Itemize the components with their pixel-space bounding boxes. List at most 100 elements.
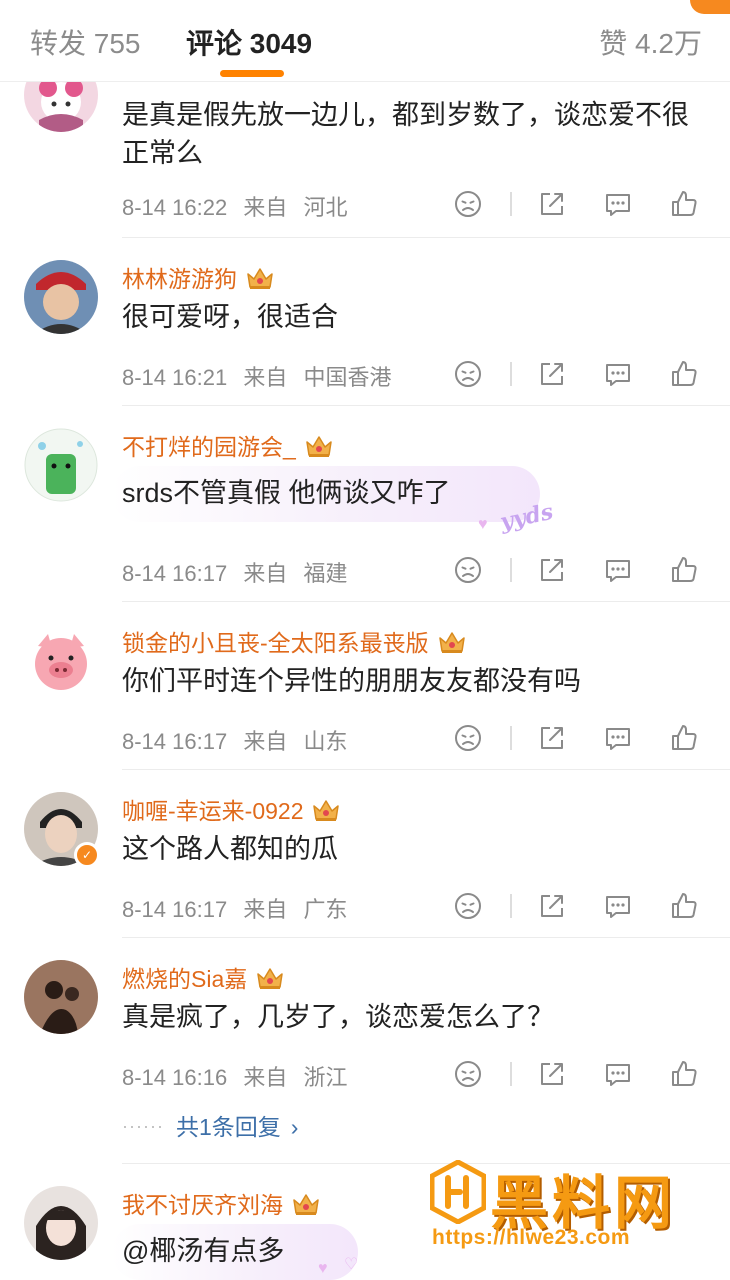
comment-time: 8-14 16:21 [122, 365, 228, 390]
comment-from: 来自 [243, 195, 288, 220]
comment-location: 浙江 [303, 1065, 348, 1090]
comment-meta: 8-14 16:21 来自 中国香港 [122, 360, 391, 392]
username-text: 林林游游狗 [122, 266, 237, 292]
comment-icon[interactable] [602, 188, 634, 220]
comment-time: 8-14 16:16 [122, 1065, 228, 1090]
avatar[interactable] [24, 960, 98, 1034]
repost-icon[interactable] [536, 554, 568, 586]
heart-icon: ♡ [344, 1256, 359, 1273]
view-replies-link[interactable]: ······ 共1条回复 › [122, 1108, 298, 1142]
username[interactable]: 林林游游狗 [122, 260, 275, 294]
comment-meta: 8-14 16:17 来自 广东 [122, 892, 347, 924]
comment-meta: 8-14 16:16 来自 浙江 [122, 1060, 347, 1092]
crown-badge-icon [438, 632, 465, 654]
chevron-right-icon: › [290, 1114, 299, 1140]
tab-comments[interactable]: 评论 3049 [186, 22, 312, 62]
repost-icon[interactable] [536, 188, 568, 220]
accent-corner [690, 0, 730, 14]
dislike-icon[interactable] [452, 890, 484, 922]
watermark: 黑料网 https://hlwe23.com [430, 1160, 720, 1260]
watermark-url: https://hlwe23.com [432, 1226, 631, 1249]
comment-from: 来自 [243, 897, 288, 922]
comment-actions [452, 554, 712, 586]
comment-meta: 8-14 16:17 来自 山东 [122, 724, 347, 756]
crown-badge-icon [257, 968, 283, 990]
comment-item: 是真是假先放一边儿，都到岁数了，谈恋爱不很正常么 8-14 16:22 来自 河… [0, 58, 730, 238]
comment-location: 山东 [303, 729, 348, 754]
like-icon[interactable] [668, 188, 700, 220]
comment-tabs-bar: 转发 755 评论 3049 赞 4.2万 [0, 0, 730, 82]
replies-count: 共1条回复 [175, 1114, 281, 1140]
repost-icon[interactable] [536, 1058, 568, 1090]
comment-item: 锁金的小且丧-全太阳系最丧版 你们平时连个异性的朋朋友友都没有吗 8-14 16… [0, 602, 730, 770]
divider [510, 726, 512, 750]
tab-likes[interactable]: 赞 4.2万 [599, 22, 702, 62]
avatar[interactable] [24, 260, 98, 334]
username[interactable]: 我不讨厌齐刘海 [122, 1186, 321, 1220]
avatar[interactable] [24, 624, 98, 698]
like-icon[interactable] [668, 890, 700, 922]
active-tab-indicator [220, 70, 284, 77]
comment-icon[interactable] [602, 554, 634, 586]
comment-actions [452, 890, 712, 922]
divider [510, 894, 512, 918]
comment-from: 来自 [243, 1065, 288, 1090]
username[interactable]: 咖喱-幸运来-0922 [122, 792, 341, 826]
repost-icon[interactable] [536, 890, 568, 922]
watermark-logo-icon [430, 1160, 486, 1224]
comment-text: 这个路人都知的瓜 [122, 834, 338, 864]
verified-badge-icon: ✓ [74, 842, 100, 868]
crown-badge-icon [293, 1194, 319, 1216]
comment-location: 广东 [303, 897, 348, 922]
heart-icon: ♥ [318, 1260, 328, 1277]
comment-time: 8-14 16:22 [122, 195, 228, 220]
comment-actions [452, 1058, 712, 1090]
comment-location: 福建 [303, 561, 348, 586]
comment-time: 8-14 16:17 [122, 897, 228, 922]
like-icon[interactable] [668, 554, 700, 586]
comment-icon[interactable] [602, 1058, 634, 1090]
dislike-icon[interactable] [452, 554, 484, 586]
comment-location: 中国香港 [303, 365, 392, 390]
like-icon[interactable] [668, 722, 700, 754]
repost-icon[interactable] [536, 358, 568, 390]
divider [510, 362, 512, 386]
dislike-icon[interactable] [452, 358, 484, 390]
comment-item: ✓ 咖喱-幸运来-0922 这个路人都知的瓜 8-14 16:17 来自 广东 [0, 770, 730, 938]
comment-icon[interactable] [602, 358, 634, 390]
crown-badge-icon [306, 436, 332, 458]
username-text: 不打烊的园游会_ [122, 434, 296, 460]
divider [510, 192, 512, 216]
divider [510, 558, 512, 582]
avatar[interactable] [24, 1186, 98, 1260]
comment-icon[interactable] [602, 722, 634, 754]
tab-forwards[interactable]: 转发 755 [30, 22, 141, 62]
dislike-icon[interactable] [452, 722, 484, 754]
username-text: 我不讨厌齐刘海 [122, 1192, 283, 1218]
comment-location: 河北 [303, 195, 348, 220]
dots-icon: ······ [122, 1116, 164, 1136]
dislike-icon[interactable] [452, 188, 484, 220]
comment-time: 8-14 16:17 [122, 561, 228, 586]
repost-icon[interactable] [536, 722, 568, 754]
dislike-icon[interactable] [452, 1058, 484, 1090]
comment-actions [452, 188, 712, 220]
divider [510, 1062, 512, 1086]
like-icon[interactable] [668, 1058, 700, 1090]
username-text: 咖喱-幸运来-0922 [122, 798, 304, 824]
avatar[interactable] [24, 428, 98, 502]
like-icon[interactable] [668, 358, 700, 390]
comment-actions [452, 358, 712, 390]
comment-text: 很可爱呀，很适合 [122, 302, 338, 332]
comment-item: 林林游游狗 很可爱呀，很适合 8-14 16:21 来自 中国香港 [0, 238, 730, 406]
username[interactable]: 不打烊的园游会_ [122, 428, 334, 462]
comment-time: 8-14 16:17 [122, 729, 228, 754]
username[interactable]: 锁金的小且丧-全太阳系最丧版 [122, 624, 467, 658]
comment-item: 不打烊的园游会_ srds不管真假 他俩谈又咋了 yyds ♥ 8-14 16:… [0, 406, 730, 602]
comment-text: 你们平时连个异性的朋朋友友都没有吗 [122, 666, 581, 696]
comment-from: 来自 [243, 729, 288, 754]
username[interactable]: 燃烧的Sia嘉 [122, 960, 285, 994]
comment-icon[interactable] [602, 890, 634, 922]
comment-text: srds不管真假 他俩谈又咋了 [122, 478, 451, 508]
heart-icon: ♥ [478, 516, 488, 533]
